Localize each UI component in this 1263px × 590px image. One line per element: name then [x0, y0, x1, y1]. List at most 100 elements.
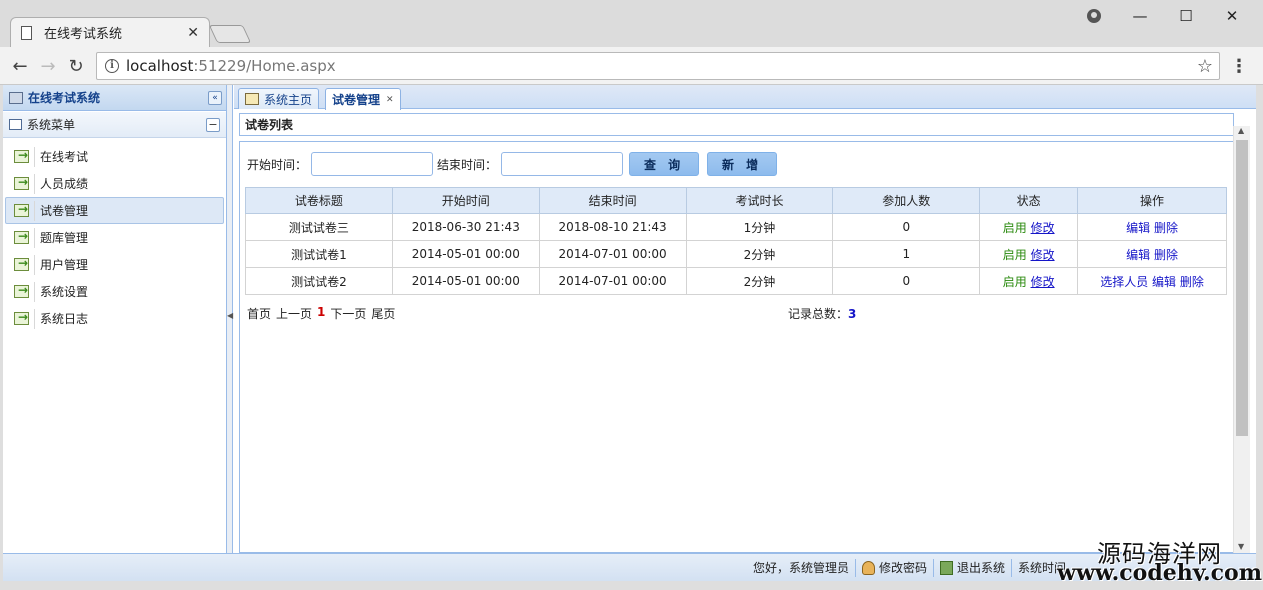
tab-paper-management[interactable]: 试卷管理 ✕	[325, 88, 401, 110]
scroll-down-icon[interactable]: ▼	[1238, 542, 1244, 551]
cell-start: 2014-05-01 00:00	[391, 267, 540, 295]
green-arrow-icon	[14, 283, 29, 298]
cell-count: 0	[832, 213, 981, 241]
green-arrow-icon	[14, 175, 29, 190]
cell-start: 2018-06-30 21:43	[391, 213, 540, 241]
modify-status-link[interactable]: 修改	[1031, 275, 1055, 289]
browser-tab-title: 在线考试系统	[44, 27, 123, 42]
forward-arrow-icon[interactable]: →	[37, 55, 59, 77]
prev-page-link[interactable]: 上一页	[276, 305, 312, 322]
logout-link[interactable]: 退出系统	[957, 559, 1005, 576]
reload-icon[interactable]: ↻	[65, 55, 87, 77]
start-time-label: 开始时间：	[247, 157, 308, 172]
select-people-link[interactable]: 选择人员	[1100, 275, 1148, 289]
sidebar-splitter[interactable]: ◀	[227, 85, 233, 553]
modify-status-link[interactable]: 修改	[1031, 248, 1055, 262]
cell-count: 1	[832, 240, 981, 268]
column-header: 试卷标题	[245, 187, 393, 214]
status-text: 启用	[1002, 220, 1027, 235]
cell-end: 2014-07-01 00:00	[538, 240, 687, 268]
sidebar-item-online-exam[interactable]: 在线考试	[5, 143, 224, 170]
sidebar-item-label: 在线考试	[40, 150, 89, 164]
start-time-input[interactable]	[311, 152, 434, 176]
delete-link[interactable]: 删除	[1180, 275, 1204, 289]
main-area: 系统主页 试卷管理 ✕ 试卷列表 开始时间： 结束时间： 查 询 新 增 试卷标…	[234, 85, 1256, 553]
cell-status: 启用 修改	[979, 213, 1079, 241]
query-button[interactable]: 查 询	[629, 152, 700, 176]
cell-status: 启用 修改	[979, 267, 1079, 295]
edit-link[interactable]: 编辑	[1152, 275, 1176, 289]
cell-start: 2014-05-01 00:00	[391, 240, 540, 268]
sidebar-item-question-bank[interactable]: 题库管理	[5, 224, 224, 251]
collapse-sidebar-icon[interactable]: «	[208, 90, 222, 105]
menu-header[interactable]: 系统菜单 −	[3, 112, 226, 138]
star-icon[interactable]: ☆	[1197, 56, 1213, 77]
cell-title: 测试试卷三	[245, 213, 393, 241]
close-tab-icon[interactable]: ✕	[187, 25, 199, 41]
collapse-arrow-icon[interactable]: ◀	[227, 311, 233, 320]
tab-label: 系统主页	[264, 92, 313, 107]
sidebar: 在线考试系统 « 系统菜单 − 在线考试 人员成绩 试卷管理	[3, 85, 227, 553]
tab-label: 试卷管理	[332, 93, 381, 107]
end-time-label: 结束时间：	[437, 157, 498, 172]
sidebar-item-label: 题库管理	[40, 231, 89, 245]
cell-end: 2018-08-10 21:43	[538, 213, 687, 241]
end-time-input[interactable]	[501, 152, 624, 176]
cell-duration: 2分钟	[685, 267, 834, 295]
cell-title: 测试试卷1	[245, 240, 393, 268]
tab-home[interactable]: 系统主页	[238, 88, 320, 109]
first-page-link[interactable]: 首页	[247, 305, 271, 322]
sidebar-title: 在线考试系统	[28, 91, 101, 105]
address-bar[interactable]: i localhost :51229/Home.aspx ☆	[96, 52, 1220, 80]
content-area: 试卷列表 开始时间： 结束时间： 查 询 新 增 试卷标题 开始时间 结束时间 …	[239, 113, 1234, 553]
home-icon	[245, 93, 259, 105]
tab-strip: 系统主页 试卷管理 ✕	[234, 85, 1256, 110]
scroll-up-icon[interactable]: ▲	[1238, 126, 1244, 135]
last-page-link[interactable]: 尾页	[371, 305, 395, 322]
green-arrow-icon	[14, 310, 29, 325]
column-header: 考试时长	[685, 187, 834, 214]
paper-list-panel: 开始时间： 结束时间： 查 询 新 增 试卷标题 开始时间 结束时间 考试时长	[239, 141, 1234, 553]
sidebar-item-papers[interactable]: 试卷管理	[5, 197, 224, 224]
scroll-thumb[interactable]	[1236, 140, 1248, 436]
edit-link[interactable]: 编辑	[1126, 221, 1150, 235]
collapse-menu-icon[interactable]: −	[206, 117, 220, 132]
cell-count: 0	[832, 267, 981, 295]
delete-link[interactable]: 删除	[1154, 248, 1178, 262]
sidebar-item-users[interactable]: 用户管理	[5, 251, 224, 278]
close-window-icon[interactable]: ✕	[1209, 4, 1255, 28]
sidebar-item-logs[interactable]: 系统日志	[5, 305, 224, 332]
cell-duration: 1分钟	[685, 213, 834, 241]
sidebar-item-label: 人员成绩	[40, 177, 89, 191]
back-arrow-icon[interactable]: ←	[9, 55, 31, 77]
delete-link[interactable]: 删除	[1154, 221, 1178, 235]
change-password-link[interactable]: 修改密码	[879, 559, 927, 576]
maximize-icon[interactable]: ☐	[1163, 4, 1209, 28]
cell-status: 启用 修改	[979, 240, 1079, 268]
sidebar-item-settings[interactable]: 系统设置	[5, 278, 224, 305]
table-row: 测试试卷1 2014-05-01 00:00 2014-07-01 00:00 …	[245, 240, 1227, 268]
add-button[interactable]: 新 增	[707, 152, 778, 176]
profile-button[interactable]	[1071, 4, 1117, 28]
new-tab-button[interactable]	[208, 25, 252, 43]
browser-tab[interactable]: 在线考试系统 ✕	[10, 17, 210, 47]
total-label: 记录总数：	[788, 307, 849, 321]
status-text: 启用	[1002, 274, 1027, 289]
record-total: 记录总数：3	[788, 305, 856, 322]
minimize-icon[interactable]: —	[1117, 4, 1163, 28]
window-icon	[9, 119, 22, 130]
modify-status-link[interactable]: 修改	[1031, 221, 1055, 235]
close-tab-icon[interactable]: ✕	[386, 95, 394, 105]
browser-titlebar: 在线考试系统 ✕ — ☐ ✕	[0, 0, 1263, 47]
sidebar-item-scores[interactable]: 人员成绩	[5, 170, 224, 197]
sidebar-item-label: 试卷管理	[40, 204, 89, 218]
cell-ops: 编辑 删除	[1077, 213, 1227, 241]
info-icon[interactable]: i	[105, 59, 119, 73]
table-row: 测试试卷2 2014-05-01 00:00 2014-07-01 00:00 …	[245, 267, 1227, 295]
search-row: 开始时间： 结束时间： 查 询 新 增	[247, 152, 778, 176]
vertical-scrollbar[interactable]: ▲ ▼	[1233, 126, 1250, 553]
app-container: 在线考试系统 « 系统菜单 − 在线考试 人员成绩 试卷管理	[3, 85, 1256, 553]
edit-link[interactable]: 编辑	[1126, 248, 1150, 262]
vertical-dots-icon[interactable]: ⋮	[1230, 56, 1248, 77]
next-page-link[interactable]: 下一页	[330, 305, 366, 322]
